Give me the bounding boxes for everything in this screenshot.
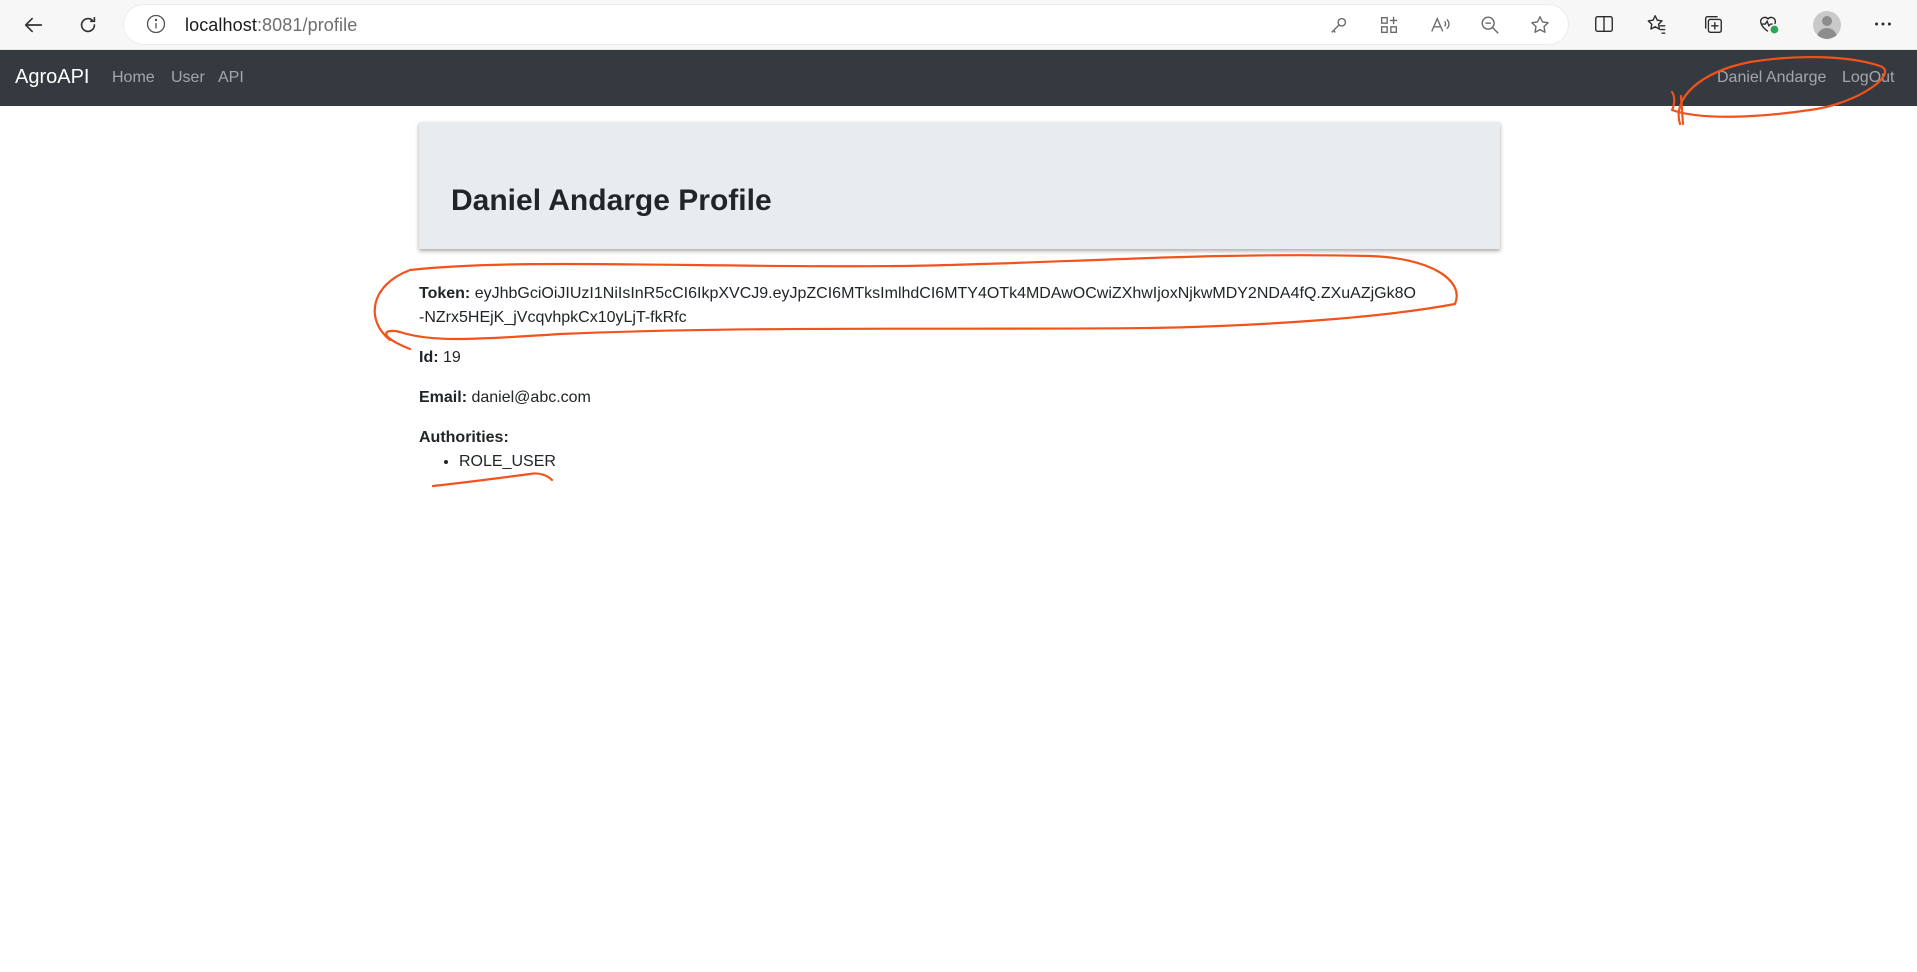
email-field: Email: daniel@abc.com (419, 386, 591, 410)
authorities-field: Authorities: (419, 426, 509, 450)
apps-icon[interactable] (1378, 14, 1400, 36)
app-navbar: AgroAPI Home User API Daniel Andarge Log… (0, 50, 1917, 106)
info-icon[interactable] (146, 14, 166, 34)
more-menu-icon[interactable] (1872, 13, 1896, 37)
url-text[interactable]: localhost:8081/profile (185, 15, 357, 36)
profile-title-suffix: Profile (678, 184, 772, 217)
token-label: Token: (419, 285, 471, 302)
favorites-icon[interactable] (1646, 13, 1670, 37)
zoom-out-icon[interactable] (1479, 14, 1501, 36)
token-value: eyJhbGciOiJIUzI1NiIsInR5cCI6IkpXVCJ9.eyJ… (419, 285, 1416, 326)
nav-link-logout[interactable]: LogOut (1842, 69, 1894, 87)
collections-icon[interactable] (1702, 13, 1726, 37)
browser-essentials-icon[interactable] (1757, 13, 1781, 37)
refresh-icon[interactable] (72, 9, 104, 41)
annotation-underline-role (431, 472, 554, 488)
email-value: daniel@abc.com (471, 389, 591, 406)
nav-link-api[interactable]: API (218, 69, 244, 87)
profile-name: Daniel Andarge (451, 184, 670, 217)
favorite-star-icon[interactable] (1529, 14, 1551, 36)
nav-link-home[interactable]: Home (112, 69, 155, 87)
id-label: Id: (419, 349, 439, 366)
email-label: Email: (419, 389, 468, 406)
nav-link-user[interactable]: User (171, 69, 205, 87)
read-aloud-icon[interactable] (1429, 14, 1451, 36)
key-icon[interactable] (1328, 14, 1350, 36)
id-value: 19 (443, 349, 461, 366)
profile-header: Daniel Andarge Profile (419, 122, 1500, 249)
authorities-list: ROLE_USER (419, 450, 556, 474)
id-field: Id: 19 (419, 346, 461, 370)
page-title: Daniel Andarge Profile (451, 184, 772, 218)
authorities-label: Authorities: (419, 429, 509, 446)
back-icon[interactable] (18, 9, 50, 41)
browser-toolbar: localhost:8081/profile (0, 0, 1917, 50)
nav-link-username[interactable]: Daniel Andarge (1717, 69, 1826, 87)
profile-avatar-icon[interactable] (1813, 11, 1841, 39)
address-bar[interactable]: localhost:8081/profile (124, 5, 1568, 44)
split-screen-icon[interactable] (1593, 13, 1617, 37)
navbar-brand[interactable]: AgroAPI (15, 66, 89, 89)
authority-item: ROLE_USER (459, 450, 556, 474)
token-field: Token: eyJhbGciOiJIUzI1NiIsInR5cCI6IkpXV… (419, 282, 1419, 330)
